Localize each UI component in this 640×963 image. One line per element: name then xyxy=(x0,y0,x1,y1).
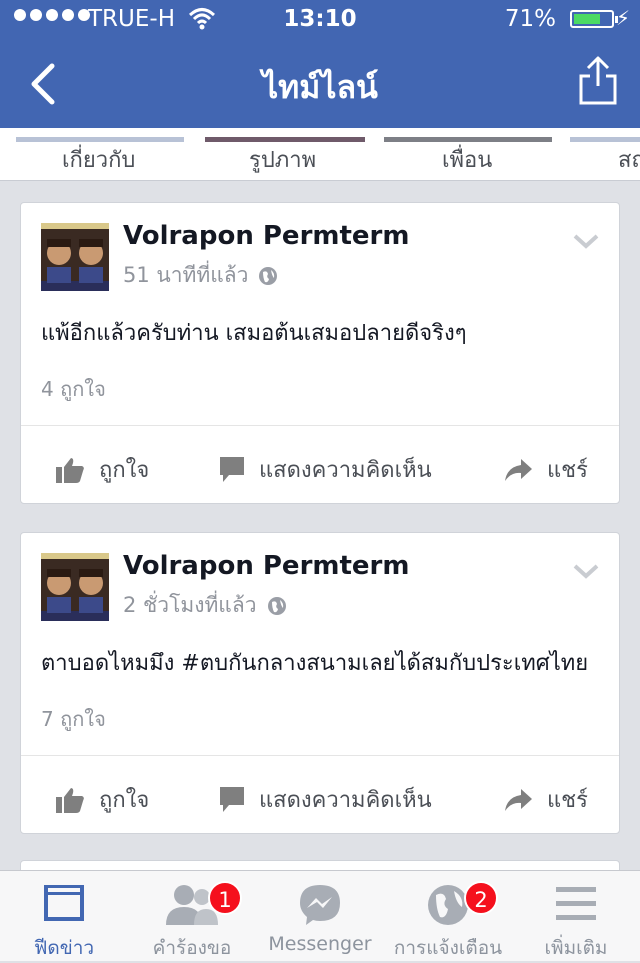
like-label: ถูกใจ xyxy=(99,458,150,483)
messenger-icon xyxy=(300,885,340,925)
tab-more-menu[interactable]: เพิ่มเติม xyxy=(512,871,640,961)
menu-icon xyxy=(556,887,596,920)
like-count[interactable]: 4 ถูกใจ xyxy=(41,373,106,405)
post-actions: ถูกใจ แสดงความคิดเห็น แชร์ xyxy=(21,755,619,834)
like-button[interactable]: ถูกใจ xyxy=(55,782,149,817)
battery-icon xyxy=(570,10,618,28)
avatar[interactable] xyxy=(41,553,109,621)
tab-notifications[interactable]: 2 การแจ้งเตือน xyxy=(384,871,512,961)
tab-friends[interactable]: เพื่อน xyxy=(442,142,492,177)
tab-label: ฟีดข่าว xyxy=(33,937,95,959)
post-meta: 2 ชั่วโมงที่แล้ว xyxy=(123,589,287,622)
charging-icon: ⚡ xyxy=(615,6,630,30)
thumbs-up-icon xyxy=(56,787,84,813)
chevron-down-icon[interactable] xyxy=(573,233,599,249)
page-title: ไทม์ไลน์ xyxy=(262,68,378,106)
like-button[interactable]: ถูกใจ xyxy=(55,452,149,487)
status-bar: TRUE-H 13:10 71% ⚡ xyxy=(0,0,640,40)
tab-messenger[interactable]: Messenger xyxy=(256,871,384,961)
tab-more[interactable]: สถ xyxy=(618,142,640,177)
like-label: ถูกใจ xyxy=(99,788,150,813)
top-bar: TRUE-H 13:10 71% ⚡ ไทม์ไลน์ xyxy=(0,0,640,128)
public-globe-icon xyxy=(259,266,278,285)
post-text: แพ้อีกแล้วครับท่าน เสมอต้นเสมอปลายดีจริง… xyxy=(41,321,467,346)
tab-news-feed[interactable]: ฟีดข่าว xyxy=(0,871,128,961)
comment-icon xyxy=(220,786,244,812)
tab-friend-requests[interactable]: 1 คำร้องขอ xyxy=(128,871,256,961)
thumbs-up-icon xyxy=(56,457,84,483)
share-label: แชร์ xyxy=(547,458,588,483)
comment-button[interactable]: แสดงความคิดเห็น xyxy=(219,452,432,487)
tab-photos[interactable]: รูปภาพ xyxy=(249,142,316,177)
share-post-button[interactable]: แชร์ xyxy=(503,452,588,487)
share-button[interactable] xyxy=(578,56,618,106)
post-time[interactable]: 51 นาทีที่แล้ว xyxy=(123,259,248,292)
share-label: แชร์ xyxy=(547,788,588,813)
post-card: Volrapon Permterm 2 ชั่วโมงที่แล้ว ตาบอด… xyxy=(20,532,620,834)
share-post-button[interactable]: แชร์ xyxy=(503,782,588,817)
tab-label: เพิ่มเติม xyxy=(544,937,608,959)
tab-label: Messenger xyxy=(268,933,372,955)
cover-strip xyxy=(0,128,640,142)
tab-label: คำร้องขอ xyxy=(152,937,232,959)
share-arrow-icon xyxy=(505,458,532,481)
profile-tabs: เกี่ยวกับ รูปภาพ เพื่อน สถ xyxy=(0,128,640,181)
avatar[interactable] xyxy=(41,223,109,291)
chevron-down-icon[interactable] xyxy=(573,563,599,579)
post-text: ตาบอดไหมมึง #ตบกันกลางสนามเลยได้สมกับประ… xyxy=(41,651,589,676)
battery-percent: 71% xyxy=(504,6,556,32)
post-meta: 51 นาทีที่แล้ว xyxy=(123,259,278,292)
bottom-tab-bar: ฟีดข่าว 1 คำร้องขอ Messenger 2 การแจ้งเต… xyxy=(0,870,640,961)
comment-label: แสดงความคิดเห็น xyxy=(259,458,432,483)
like-count[interactable]: 7 ถูกใจ xyxy=(41,703,106,735)
requests-badge: 1 xyxy=(208,881,242,915)
tab-label: การแจ้งเตือน xyxy=(393,937,503,959)
comment-label: แสดงความคิดเห็น xyxy=(259,788,432,813)
post-actions: ถูกใจ แสดงความคิดเห็น แชร์ xyxy=(21,425,619,504)
public-globe-icon xyxy=(267,596,286,615)
share-arrow-icon xyxy=(505,788,532,811)
post-author[interactable]: Volrapon Permterm xyxy=(123,551,409,581)
tab-about[interactable]: เกี่ยวกับ xyxy=(62,142,135,177)
notifications-badge: 2 xyxy=(464,881,498,915)
post-time[interactable]: 2 ชั่วโมงที่แล้ว xyxy=(123,589,257,622)
comment-icon xyxy=(220,456,244,482)
comment-button[interactable]: แสดงความคิดเห็น xyxy=(219,782,432,817)
news-feed-icon xyxy=(44,885,84,921)
post-author[interactable]: Volrapon Permterm xyxy=(123,221,409,251)
post-card: Volrapon Permterm 51 นาทีที่แล้ว แพ้อีกแ… xyxy=(20,202,620,504)
globe-notifications-icon xyxy=(428,885,468,925)
